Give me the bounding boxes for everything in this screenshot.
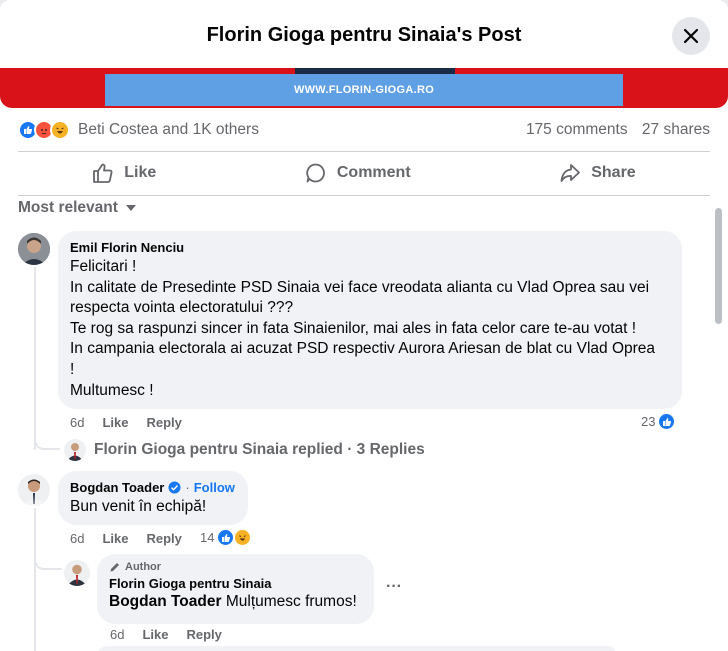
comment-reactions[interactable]: 14 — [200, 528, 253, 547]
comment-label: Comment — [336, 164, 411, 181]
haha-reaction-icon — [233, 528, 253, 547]
post-stats: Beti Costea and 1K others 175 comments 2… — [18, 116, 710, 144]
reply-author[interactable]: Florin Gioga pentru Sinaia — [109, 576, 362, 591]
stats-counts: 175 comments 27 shares — [516, 121, 710, 139]
dialog-title: Florin Gioga pentru Sinaia's Post — [206, 23, 522, 46]
scrollbar-thumb[interactable] — [715, 208, 722, 324]
like-button[interactable]: Like — [92, 162, 156, 184]
reply-reply-button[interactable]: Reply — [186, 627, 221, 642]
follow-button[interactable]: Follow — [194, 480, 235, 495]
comment-text: Bun venit în echipă! — [70, 498, 207, 515]
comment-header: Bogdan Toader · Follow — [70, 480, 236, 495]
thread-line — [34, 267, 36, 450]
replied-text: Florin Gioga pentru Sinaia replied · 3 R… — [94, 441, 425, 458]
pencil-icon — [110, 563, 119, 572]
thread-line — [34, 432, 60, 450]
avatar[interactable] — [18, 233, 50, 265]
reply-bubble: Author Florin Gioga pentru Sinaia Bogdan… — [97, 554, 374, 624]
comment-bubble: Emil Florin Nenciu Felicitari ! In calit… — [58, 231, 682, 409]
like-reaction-icon — [657, 412, 677, 431]
comment-time[interactable]: 6d — [70, 531, 84, 546]
mention-link[interactable]: Bogdan Toader — [109, 593, 222, 610]
avatar[interactable] — [18, 474, 50, 506]
share-icon — [560, 164, 581, 182]
avatar[interactable] — [64, 560, 90, 586]
comment-line: Multumesc ! — [70, 381, 154, 399]
banner-text: WWW.FLORIN-GIOGA.RO — [293, 84, 435, 96]
comment-line: Felicitari ! — [70, 258, 137, 275]
comment-reply-button[interactable]: Reply — [146, 531, 181, 546]
caret-down-icon — [125, 205, 136, 211]
close-button[interactable] — [672, 17, 710, 55]
view-replies-link[interactable]: Florin Gioga pentru Sinaia replied · 3 R… — [64, 439, 425, 461]
separator-dot: · — [185, 480, 190, 495]
comment-reply-button[interactable]: Reply — [146, 415, 181, 430]
reactions-text[interactable]: Beti Costea and 1K others — [78, 121, 259, 139]
comment-text: Felicitari ! In calitate de Presedinte P… — [70, 257, 670, 401]
comment-time[interactable]: 6d — [70, 415, 84, 430]
comment-line: respecta vointa electoratului ??? — [70, 299, 294, 317]
shares-count[interactable]: 27 shares — [642, 121, 710, 138]
author-badge-label: Author — [125, 561, 162, 573]
comment-actions: 6d Like Reply — [70, 531, 182, 546]
reaction-count: 23 — [641, 414, 656, 429]
like-label: Like — [124, 164, 157, 181]
comment-bubble: Bogdan Toader · Follow Bun venit în echi… — [58, 471, 248, 525]
comment-line: In campania electorala ai acuzat PSD res… — [70, 340, 656, 358]
thread-line — [34, 548, 62, 570]
more-options-button[interactable]: ··· — [386, 578, 402, 596]
comment-like-button[interactable]: Like — [102, 415, 128, 430]
post-dialog: Florin Gioga pentru Sinaia's Post WWW.FL… — [0, 0, 728, 651]
comment-line: ! — [70, 360, 75, 378]
comments-count[interactable]: 175 comments — [526, 121, 628, 138]
post-image[interactable]: WWW.FLORIN-GIOGA.RO — [0, 68, 728, 108]
thread-line — [34, 508, 36, 651]
divider — [18, 151, 710, 152]
reaction-summary[interactable]: Beti Costea and 1K others — [18, 120, 259, 140]
close-icon — [683, 28, 699, 44]
reply-text: Bogdan Toader Mulțumesc frumos! — [109, 592, 362, 613]
comment-icon — [306, 163, 325, 183]
comment-line: Te rog sa raspunzi sincer in fata Sinaie… — [70, 319, 637, 337]
sort-dropdown[interactable]: Most relevant — [18, 199, 136, 217]
avatar — [64, 439, 86, 461]
verified-badge-icon — [168, 481, 181, 494]
comment-author[interactable]: Emil Florin Nenciu — [70, 240, 670, 255]
reply-actions: 6d Like Reply — [110, 627, 222, 642]
share-label: Share — [591, 164, 636, 181]
post-actions: Like Comment Share — [18, 153, 710, 193]
reply-time[interactable]: 6d — [110, 627, 124, 642]
post-banner: WWW.FLORIN-GIOGA.RO — [105, 74, 623, 106]
comment-author[interactable]: Bogdan Toader — [70, 480, 164, 495]
dialog-header: Florin Gioga pentru Sinaia's Post — [0, 0, 728, 70]
next-reply-bubble — [97, 646, 617, 651]
comment-reactions[interactable]: 23 — [641, 412, 677, 431]
haha-reaction-icon — [50, 120, 70, 140]
comment-line: In calitate de Presedinte PSD Sinaia vei… — [70, 278, 650, 296]
comment-like-button[interactable]: Like — [102, 531, 128, 546]
author-badge: Author — [109, 561, 362, 573]
thumbs-up-icon — [93, 163, 113, 183]
reply-like-button[interactable]: Like — [142, 627, 168, 642]
share-button[interactable]: Share — [559, 162, 636, 184]
reply-body: Mulțumesc frumos! — [225, 593, 357, 610]
reaction-count: 14 — [200, 530, 215, 545]
comment-button[interactable]: Comment — [305, 162, 411, 184]
divider — [18, 195, 710, 196]
sort-label: Most relevant — [18, 199, 118, 216]
comment-actions: 6d Like Reply — [70, 415, 182, 430]
